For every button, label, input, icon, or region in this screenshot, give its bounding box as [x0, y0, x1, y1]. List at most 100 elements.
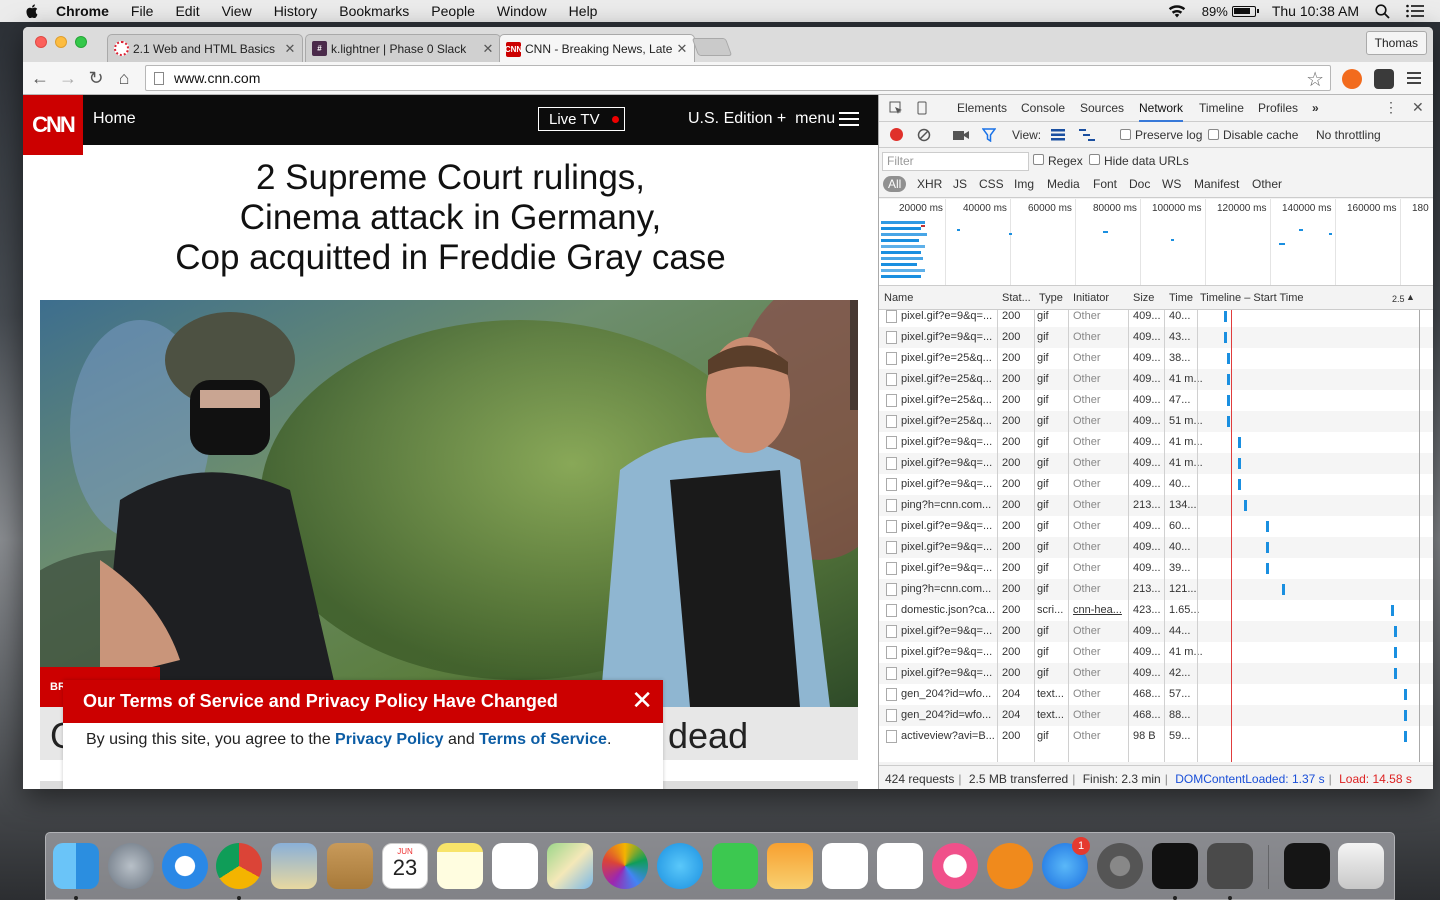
chrome-menu-icon[interactable] [1407, 71, 1421, 85]
type-filter-ws[interactable]: WS [1162, 177, 1181, 191]
devtools-tab-elements[interactable]: Elements [957, 95, 1007, 122]
terminal-window-icon[interactable] [1284, 843, 1330, 889]
network-overview[interactable]: 20000 ms 40000 ms 60000 ms 80000 ms 1000… [879, 199, 1433, 286]
hide-data-urls-checkbox[interactable] [1089, 154, 1100, 165]
preview-icon[interactable] [271, 843, 317, 889]
menu-help[interactable]: Help [569, 3, 598, 19]
extension-icon[interactable] [1342, 69, 1362, 89]
sublime-icon[interactable] [1207, 843, 1253, 889]
close-tab-icon[interactable]: ✕ [284, 41, 296, 57]
disable-cache-checkbox[interactable] [1208, 129, 1219, 140]
close-tab-icon[interactable]: ✕ [676, 41, 688, 57]
devtools-menu-icon[interactable]: ⋮ [1384, 100, 1398, 114]
menu-people[interactable]: People [431, 3, 475, 19]
spotlight-icon[interactable] [1375, 3, 1390, 19]
type-filter-media[interactable]: Media [1047, 177, 1080, 191]
preserve-log-checkbox[interactable] [1120, 129, 1131, 140]
clock[interactable]: Thu 10:38 AM [1272, 3, 1359, 19]
menu-history[interactable]: History [274, 3, 318, 19]
ibooks-icon[interactable] [987, 843, 1033, 889]
privacy-policy-link[interactable]: Privacy Policy [335, 731, 444, 748]
request-row[interactable]: gen_204?id=wfo... 204 text... Other 468... 57… [879, 684, 1433, 705]
terminal-icon[interactable] [1152, 843, 1198, 889]
menu-edit[interactable]: Edit [175, 3, 199, 19]
request-row[interactable]: pixel.gif?e=25&q... 200 gif Other 409... 38..… [879, 348, 1433, 369]
request-row[interactable]: pixel.gif?e=9&q=... 200 gif Other 409... 40..… [879, 474, 1433, 495]
close-icon[interactable]: ✕ [631, 687, 653, 713]
type-filter-js[interactable]: JS [953, 177, 967, 191]
request-row[interactable]: pixel.gif?e=9&q=... 200 gif Other 409... 43..… [879, 327, 1433, 348]
screenshot-capture-icon[interactable] [953, 129, 969, 141]
overview-icon[interactable] [1079, 129, 1095, 141]
devtools-tab-sources[interactable]: Sources [1080, 95, 1124, 122]
menu-view[interactable]: View [222, 3, 252, 19]
terms-of-service-link[interactable]: Terms of Service [479, 731, 607, 748]
tab-web-html-basics[interactable]: 2.1 Web and HTML Basics ✕ [107, 34, 303, 62]
back-icon[interactable]: ← [31, 69, 49, 87]
throttling-select[interactable]: No throttling [1316, 128, 1381, 142]
request-row[interactable]: pixel.gif?e=9&q=... 200 gif Other 409... 41 m… [879, 432, 1433, 453]
menu-file[interactable]: File [131, 3, 154, 19]
request-row[interactable]: pixel.gif?e=9&q=... 200 gif Other 409... 41 m… [879, 642, 1433, 663]
request-row[interactable]: pixel.gif?e=9&q=... 200 gif Other 409... 40..… [879, 310, 1433, 327]
column-time[interactable]: Time [1169, 292, 1193, 304]
tab-slack[interactable]: # k.lightner | Phase 0 Slack ✕ [305, 34, 501, 62]
more-tabs-icon[interactable]: » [1312, 95, 1319, 122]
facetime-icon[interactable] [712, 843, 758, 889]
reload-icon[interactable]: ↻ [87, 69, 105, 87]
inspect-element-icon[interactable] [889, 101, 903, 115]
battery-icon[interactable] [1231, 5, 1259, 17]
record-icon[interactable] [890, 128, 903, 141]
request-row[interactable]: pixel.gif?e=9&q=... 200 gif Other 409... 40..… [879, 537, 1433, 558]
filter-input[interactable]: Filter [882, 152, 1029, 171]
apple-icon[interactable] [22, 4, 42, 18]
request-row[interactable]: ping?h=cnn.com... 200 gif Other 213... 134... [879, 495, 1433, 516]
safari-icon[interactable] [162, 843, 208, 889]
large-rows-icon[interactable] [1051, 129, 1065, 141]
wifi-icon[interactable] [1168, 4, 1186, 18]
type-filter-xhr[interactable]: XHR [917, 177, 942, 191]
device-mode-icon[interactable] [915, 101, 929, 115]
new-tab-button[interactable] [691, 38, 733, 56]
devtools-tab-timeline[interactable]: Timeline [1199, 95, 1244, 122]
request-row[interactable]: pixel.gif?e=9&q=... 200 gif Other 409... 60..… [879, 516, 1433, 537]
type-filter-font[interactable]: Font [1093, 177, 1117, 191]
request-row[interactable]: pixel.gif?e=25&q... 200 gif Other 409... 41 m… [879, 369, 1433, 390]
keynote-icon[interactable] [877, 843, 923, 889]
window-maximize-button[interactable] [75, 36, 87, 48]
appstore-icon[interactable]: 1 [1042, 837, 1090, 889]
request-row[interactable]: pixel.gif?e=25&q... 200 gif Other 409... 47..… [879, 390, 1433, 411]
request-row[interactable]: domestic.json?ca... 200 scri... cnn-hea... 4… [879, 600, 1433, 621]
menu-bookmarks[interactable]: Bookmarks [339, 3, 409, 19]
column-initiator[interactable]: Initiator [1073, 292, 1109, 304]
type-filter-manifest[interactable]: Manifest [1194, 177, 1239, 191]
request-row[interactable]: gen_204?id=wfo... 204 text... Other 468... 88… [879, 705, 1433, 726]
incognito-extension-icon[interactable] [1374, 69, 1394, 89]
devtools-tab-profiles[interactable]: Profiles [1258, 95, 1298, 122]
type-filter-css[interactable]: CSS [979, 177, 1004, 191]
type-filter-other[interactable]: Other [1252, 177, 1282, 191]
live-tv-button[interactable]: Live TV [538, 107, 625, 131]
home-icon[interactable]: ⌂ [115, 69, 133, 87]
regex-checkbox[interactable] [1033, 154, 1044, 165]
messages-icon[interactable] [657, 843, 703, 889]
trash-icon[interactable] [1338, 843, 1384, 889]
request-row[interactable]: pixel.gif?e=9&q=... 200 gif Other 409... 44..… [879, 621, 1433, 642]
column-timeline[interactable]: Timeline – Start Time [1200, 292, 1304, 304]
bookmark-star-icon[interactable]: ☆ [1306, 67, 1324, 92]
request-row[interactable]: pixel.gif?e=9&q=... 200 gif Other 409... 41 m… [879, 453, 1433, 474]
column-name[interactable]: Name [884, 292, 913, 304]
profile-button[interactable]: Thomas [1365, 31, 1427, 55]
finder-icon[interactable] [53, 843, 99, 889]
reminders-icon[interactable] [492, 843, 538, 889]
address-bar[interactable]: www.cnn.com ☆ [145, 65, 1331, 91]
column-size[interactable]: Size [1133, 292, 1154, 304]
type-filter-all[interactable]: All [883, 176, 907, 192]
maps-icon[interactable] [547, 843, 593, 889]
clear-icon[interactable] [917, 128, 931, 142]
app-menu[interactable]: Chrome [56, 3, 109, 19]
window-close-button[interactable] [35, 36, 47, 48]
request-row[interactable]: activeview?avi=B... 200 gif Other 98 B 59... [879, 726, 1433, 747]
headline[interactable]: 2 Supreme Court rulings, Cinema attack i… [23, 158, 878, 278]
column-status[interactable]: Stat... [1002, 292, 1031, 304]
